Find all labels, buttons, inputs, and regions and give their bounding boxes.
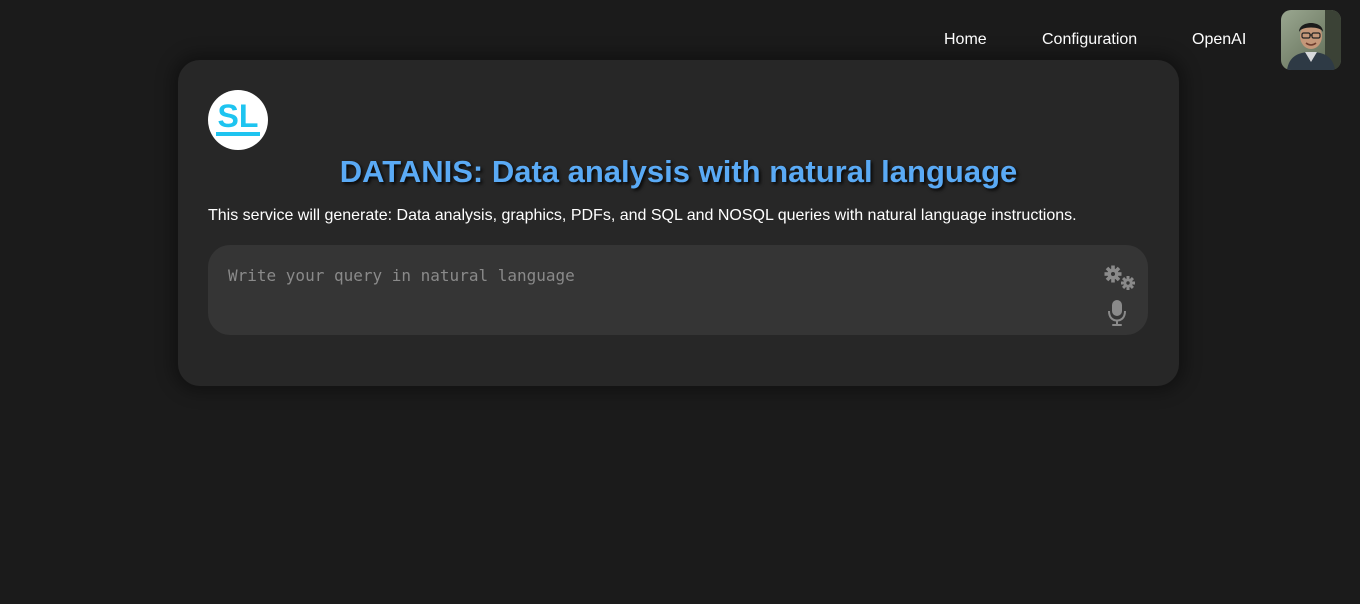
- nav-link-openai[interactable]: OpenAI: [1192, 30, 1246, 50]
- user-avatar-photo-icon: [1281, 10, 1341, 70]
- page-title: DATANIS: Data analysis with natural lang…: [339, 154, 1018, 189]
- page-subtitle: This service will generate: Data analysi…: [208, 207, 1077, 224]
- nav-link-home[interactable]: Home: [944, 30, 987, 50]
- sl-logo: SL: [208, 90, 268, 150]
- gears-icon[interactable]: [1104, 265, 1138, 293]
- query-input[interactable]: [208, 245, 1088, 335]
- logo-text: SL: [218, 98, 259, 134]
- nav-link-configuration[interactable]: Configuration: [1042, 30, 1137, 50]
- query-box: [208, 245, 1148, 335]
- user-avatar[interactable]: [1281, 10, 1341, 70]
- main-card: SL DATANIS: Data analysis with natural l…: [178, 60, 1179, 386]
- sl-logo-icon: SL: [216, 98, 260, 136]
- microphone-icon[interactable]: [1107, 299, 1127, 327]
